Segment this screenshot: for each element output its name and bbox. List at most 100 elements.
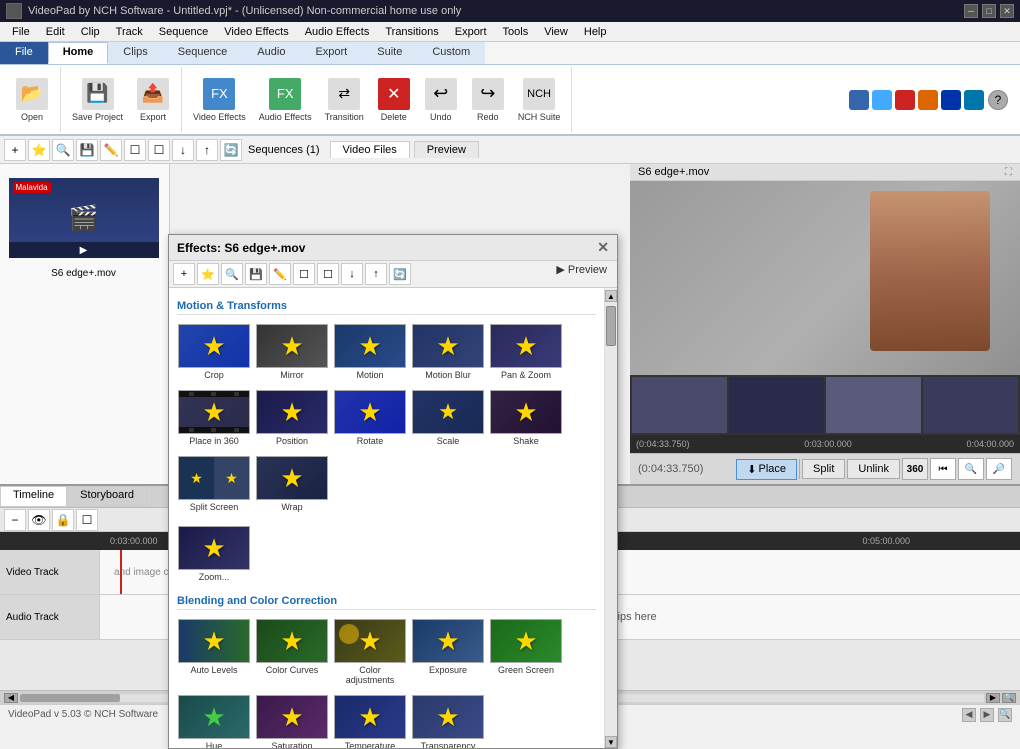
edit-button[interactable]: ✏️ <box>100 139 122 161</box>
menu-edit[interactable]: Edit <box>38 24 73 40</box>
status-scroll-left[interactable]: ◀ <box>962 708 976 722</box>
effect-motion[interactable]: ★ Motion <box>333 321 407 383</box>
eff-add-button[interactable]: + <box>173 263 195 285</box>
place-button[interactable]: ⬇ Place <box>736 459 797 480</box>
effect-split-screen[interactable]: ★ ★ Split Screen <box>177 453 251 515</box>
refresh-button[interactable]: 🔄 <box>220 139 242 161</box>
redo-button[interactable]: ↪ Redo <box>466 75 510 125</box>
eff-search-button[interactable]: 🔍 <box>221 263 243 285</box>
split-button[interactable]: Split <box>802 459 845 479</box>
effect-zoom[interactable]: ★ Zoom... <box>177 523 251 585</box>
tl-scroll-thumb[interactable] <box>20 694 120 702</box>
expand-icon[interactable]: ⛶ <box>1005 167 1012 178</box>
timeline-tab[interactable]: Timeline <box>0 486 67 507</box>
effects-close-button[interactable]: ✕ <box>597 239 609 256</box>
tab-clips[interactable]: Clips <box>108 42 162 64</box>
tab-export[interactable]: Export <box>300 42 362 64</box>
eff-up-button[interactable]: ↑ <box>365 263 387 285</box>
eff-star-button[interactable]: ⭐ <box>197 263 219 285</box>
minimize-button[interactable]: ─ <box>964 4 978 18</box>
effect-shake[interactable]: ★ Shake <box>489 387 563 449</box>
eff-select-button[interactable]: ☐ <box>293 263 315 285</box>
title-bar-controls[interactable]: ─ □ ✕ <box>964 4 1014 18</box>
effect-color-curves[interactable]: ★ Color Curves <box>255 616 329 688</box>
tab-suite[interactable]: Suite <box>362 42 417 64</box>
delete-button[interactable]: ✕ Delete <box>372 75 416 125</box>
nch-suite-button[interactable]: NCH NCH Suite <box>513 75 566 125</box>
effect-crop[interactable]: ★ Crop <box>177 321 251 383</box>
maximize-button[interactable]: □ <box>982 4 996 18</box>
menu-view[interactable]: View <box>536 24 576 40</box>
effect-saturation[interactable]: ★ Saturation <box>255 692 329 748</box>
effect-scale[interactable]: ★ Scale <box>411 387 485 449</box>
status-scroll-right[interactable]: ▶ <box>980 708 994 722</box>
undo-button[interactable]: ↩ Undo <box>419 75 463 125</box>
tl-lock-button[interactable]: 🔒 <box>52 509 74 531</box>
effect-transparency[interactable]: ★ Transparency <box>411 692 485 748</box>
add-button[interactable]: + <box>4 139 26 161</box>
tab-custom[interactable]: Custom <box>417 42 485 64</box>
menu-track[interactable]: Track <box>108 24 151 40</box>
menu-help[interactable]: Help <box>576 24 615 40</box>
search-button[interactable]: 🔍 <box>52 139 74 161</box>
eff-edit-button[interactable]: ✏️ <box>269 263 291 285</box>
audio-effects-button[interactable]: FX Audio Effects <box>254 75 317 125</box>
unlink-button[interactable]: Unlink <box>847 459 900 479</box>
tl-scroll-left-button[interactable]: ◀ <box>4 693 18 703</box>
effect-green-screen[interactable]: ★ Green Screen <box>489 616 563 688</box>
tl-eye-button[interactable]: 👁 <box>28 509 50 531</box>
effect-color-adjustments[interactable]: ★ Color adjustments <box>333 616 407 688</box>
tab-sequence[interactable]: Sequence <box>163 42 243 64</box>
video-files-tab[interactable]: Video Files <box>330 141 410 158</box>
effect-mirror[interactable]: ★ Mirror <box>255 321 329 383</box>
menu-file[interactable]: File <box>4 24 38 40</box>
effect-auto-levels[interactable]: ★ Auto Levels <box>177 616 251 688</box>
tl-zoom-button[interactable]: 🔍 <box>1002 693 1016 703</box>
effect-wrap[interactable]: ★ Wrap <box>255 453 329 515</box>
help-icon[interactable]: ? <box>988 90 1008 110</box>
select-button[interactable]: ☐ <box>124 139 146 161</box>
tl-minus-button[interactable]: − <box>4 509 26 531</box>
menu-audio-effects[interactable]: Audio Effects <box>297 24 378 40</box>
effect-hue[interactable]: ★ Hue <box>177 692 251 748</box>
menu-clip[interactable]: Clip <box>73 24 108 40</box>
eff-down-button[interactable]: ↓ <box>341 263 363 285</box>
effect-rotate[interactable]: ★ Rotate <box>333 387 407 449</box>
select2-button[interactable]: ☐ <box>148 139 170 161</box>
zoom-in-button[interactable]: 🔎 <box>986 458 1012 480</box>
effects-scrollbar[interactable]: ▲ ▼ <box>604 288 617 748</box>
eff-cycle-button[interactable]: 🔄 <box>389 263 411 285</box>
tl-scroll-right-button[interactable]: ▶ <box>986 693 1000 703</box>
menu-sequence[interactable]: Sequence <box>151 24 217 40</box>
preview-tab[interactable]: Preview <box>414 141 479 158</box>
eff-save-button[interactable]: 💾 <box>245 263 267 285</box>
menu-tools[interactable]: Tools <box>495 24 537 40</box>
star-button[interactable]: ⭐ <box>28 139 50 161</box>
open-button[interactable]: 📂 Open <box>10 75 54 125</box>
tab-file[interactable]: File <box>0 42 48 64</box>
effect-place-360[interactable]: ★ Place in 360 <box>177 387 251 449</box>
360-button[interactable]: 360 <box>902 458 928 480</box>
up-button[interactable]: ↑ <box>196 139 218 161</box>
file-item[interactable]: Malavida 🎬 ▶ S6 edge+.mov <box>6 170 161 281</box>
effect-exposure[interactable]: ★ Exposure <box>411 616 485 688</box>
close-button[interactable]: ✕ <box>1000 4 1014 18</box>
tab-home[interactable]: Home <box>48 42 109 64</box>
status-zoom-button[interactable]: 🔍 <box>998 708 1012 722</box>
menu-video-effects[interactable]: Video Effects <box>216 24 296 40</box>
scroll-thumb[interactable] <box>606 306 616 346</box>
export-button[interactable]: 📤 Export <box>131 75 175 125</box>
save-project-button[interactable]: 💾 Save Project <box>67 75 128 125</box>
storyboard-tab[interactable]: Storyboard <box>67 486 147 507</box>
tl-group-button[interactable]: ☐ <box>76 509 98 531</box>
zoom-out-button[interactable]: 🔍 <box>958 458 984 480</box>
rewind-button[interactable]: ⏮ <box>930 458 956 480</box>
eff-select2-button[interactable]: ☐ <box>317 263 339 285</box>
menu-export[interactable]: Export <box>447 24 495 40</box>
scroll-up-button[interactable]: ▲ <box>605 290 617 302</box>
effect-pan-zoom[interactable]: ★ Pan & Zoom <box>489 321 563 383</box>
scroll-down-button[interactable]: ▼ <box>605 736 617 748</box>
transition-button[interactable]: ⇄ Transition <box>320 75 369 125</box>
video-effects-button[interactable]: FX Video Effects <box>188 75 251 125</box>
effect-position[interactable]: ★ Position <box>255 387 329 449</box>
